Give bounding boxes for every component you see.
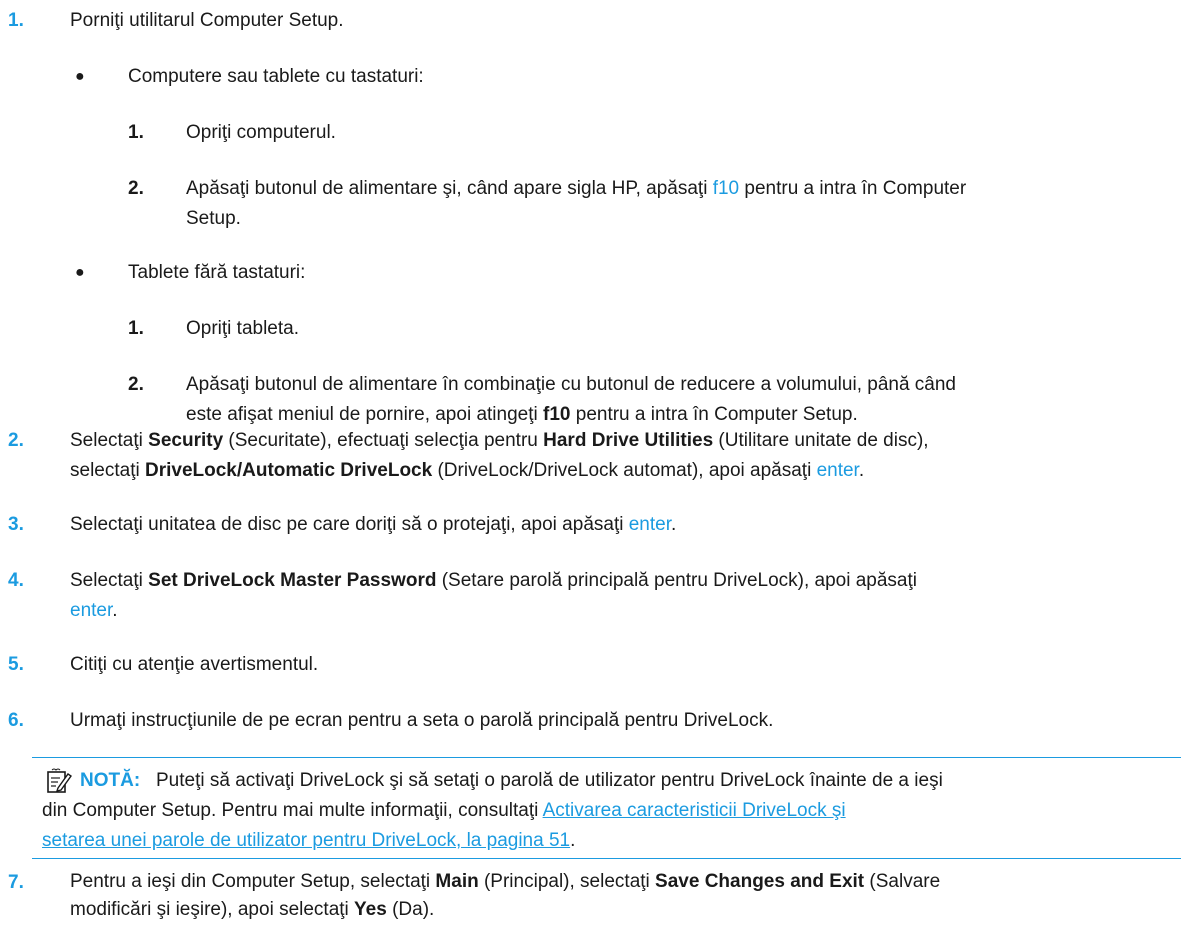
step-3-number: 3. <box>8 514 24 535</box>
key-f10: f10 <box>712 178 740 199</box>
key-enter: enter <box>816 460 859 481</box>
substep-2-text: Apăsaţi butonul de alimentare în combina… <box>186 374 957 425</box>
bullet-1-label: Computere sau tablete cu tastaturi: <box>128 66 424 87</box>
step-6-text: Urmaţi instrucţiunile de pe ecran pentru… <box>70 710 774 731</box>
note-label: NOTĂ: <box>80 770 141 791</box>
substep-2-text: Apăsaţi butonul de alimentare şi, când a… <box>186 178 967 229</box>
note-body: din Computer Setup. Pentru mai multe inf… <box>42 800 846 851</box>
step-4-text: Selectaţi Set DriveLock Master Password … <box>70 570 917 621</box>
note-top-rule <box>32 757 1181 758</box>
step-6-number: 6. <box>8 710 24 731</box>
bullet-icon: ● <box>75 68 85 85</box>
substep-1-text: Opriţi computerul. <box>186 122 336 143</box>
substep-1-text: Opriţi tableta. <box>186 318 299 339</box>
bullet-icon: ● <box>75 264 85 281</box>
step-5-number: 5. <box>8 654 24 675</box>
substep-1-number: 1. <box>128 122 144 143</box>
step-7-text: Pentru a ieşi din Computer Setup, select… <box>70 871 941 920</box>
note-link[interactable]: Activarea caracteristicii DriveLock şi <box>543 800 846 821</box>
note-bottom-rule <box>32 858 1181 859</box>
substep-1-number: 1. <box>128 318 144 339</box>
step-7-number: 7. <box>8 872 24 893</box>
substep-2-number: 2. <box>128 374 144 395</box>
step-4-number: 4. <box>8 570 24 591</box>
bullet-2-label: Tablete fără tastaturi: <box>128 262 306 283</box>
note-line-1: NOTĂ: Puteţi să activaţi DriveLock şi să… <box>80 770 943 791</box>
step-1-number: 1. <box>8 10 24 31</box>
step-3-text: Selectaţi unitatea de disc pe care doriţ… <box>70 514 677 535</box>
note-link[interactable]: setarea unei parole de utilizator pentru… <box>42 830 570 851</box>
key-enter: enter <box>628 514 671 535</box>
step-1-text: Porniţi utilitarul Computer Setup. <box>70 10 344 31</box>
key-f10: f10 <box>543 404 571 425</box>
key-enter: enter <box>70 600 113 621</box>
step-2-number: 2. <box>8 430 24 451</box>
step-2-text: Selectaţi Security (Securitate), efectua… <box>70 430 929 481</box>
step-5-text: Citiţi cu atenţie avertismentul. <box>70 654 319 675</box>
substep-2-number: 2. <box>128 178 144 199</box>
